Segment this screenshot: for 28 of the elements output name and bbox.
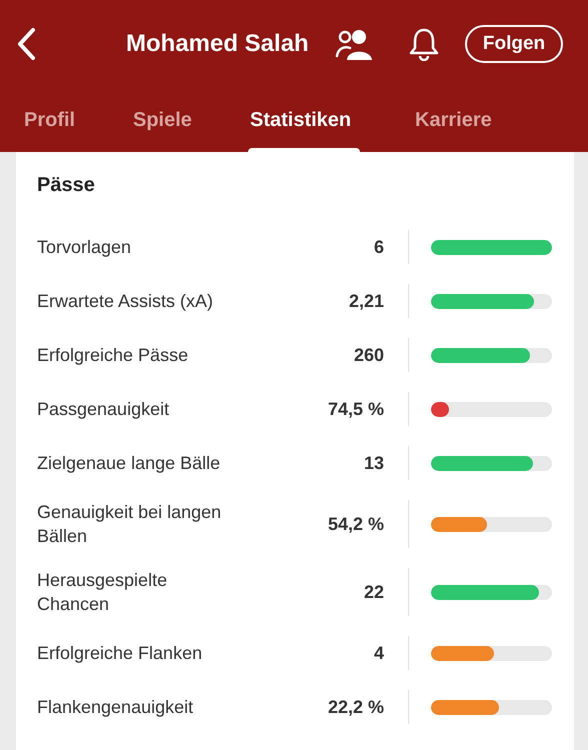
stat-value: 6 bbox=[372, 236, 384, 258]
bell-icon[interactable] bbox=[408, 27, 440, 61]
stat-value: 74,5 % bbox=[326, 398, 384, 420]
people-icon[interactable] bbox=[335, 27, 375, 61]
tab[interactable]: Karriere bbox=[415, 88, 535, 152]
stat-value: 54,2 % bbox=[326, 512, 384, 536]
stat-value: 13 bbox=[362, 452, 384, 474]
player-name: Mohamed Salah bbox=[126, 29, 309, 59]
section-title: Pässe bbox=[37, 173, 96, 198]
stat-label: Genauigkeit bei langen Bällen bbox=[37, 501, 222, 548]
stat-value: 22 bbox=[362, 580, 384, 604]
stat-label: Zielgenaue lange Bälle bbox=[37, 452, 222, 475]
stat-value: 260 bbox=[352, 344, 384, 366]
stat-label: Torvorlagen bbox=[37, 236, 132, 259]
stat-label: Flankengenauigkeit bbox=[37, 696, 194, 719]
stat-value: 22,2 % bbox=[326, 696, 384, 718]
stat-label: Herausgespielte Chancen bbox=[37, 569, 168, 616]
stat-label: Erfolgreiche Pässe bbox=[37, 344, 190, 367]
stat-label: Passgenauigkeit bbox=[37, 398, 170, 421]
stat-label: Erfolgreiche Flanken bbox=[37, 642, 204, 665]
tab[interactable]: Spiele bbox=[133, 88, 250, 152]
tab[interactable]: Statistiken bbox=[250, 88, 415, 152]
stat-value: 4 bbox=[372, 642, 384, 664]
stat-label: Erwartete Assists (xA) bbox=[37, 290, 214, 313]
follow-button[interactable]: Folgen bbox=[465, 25, 563, 63]
back-icon[interactable] bbox=[16, 27, 38, 61]
tab[interactable]: Profil bbox=[24, 88, 133, 152]
stat-value: 2,21 bbox=[348, 290, 384, 312]
